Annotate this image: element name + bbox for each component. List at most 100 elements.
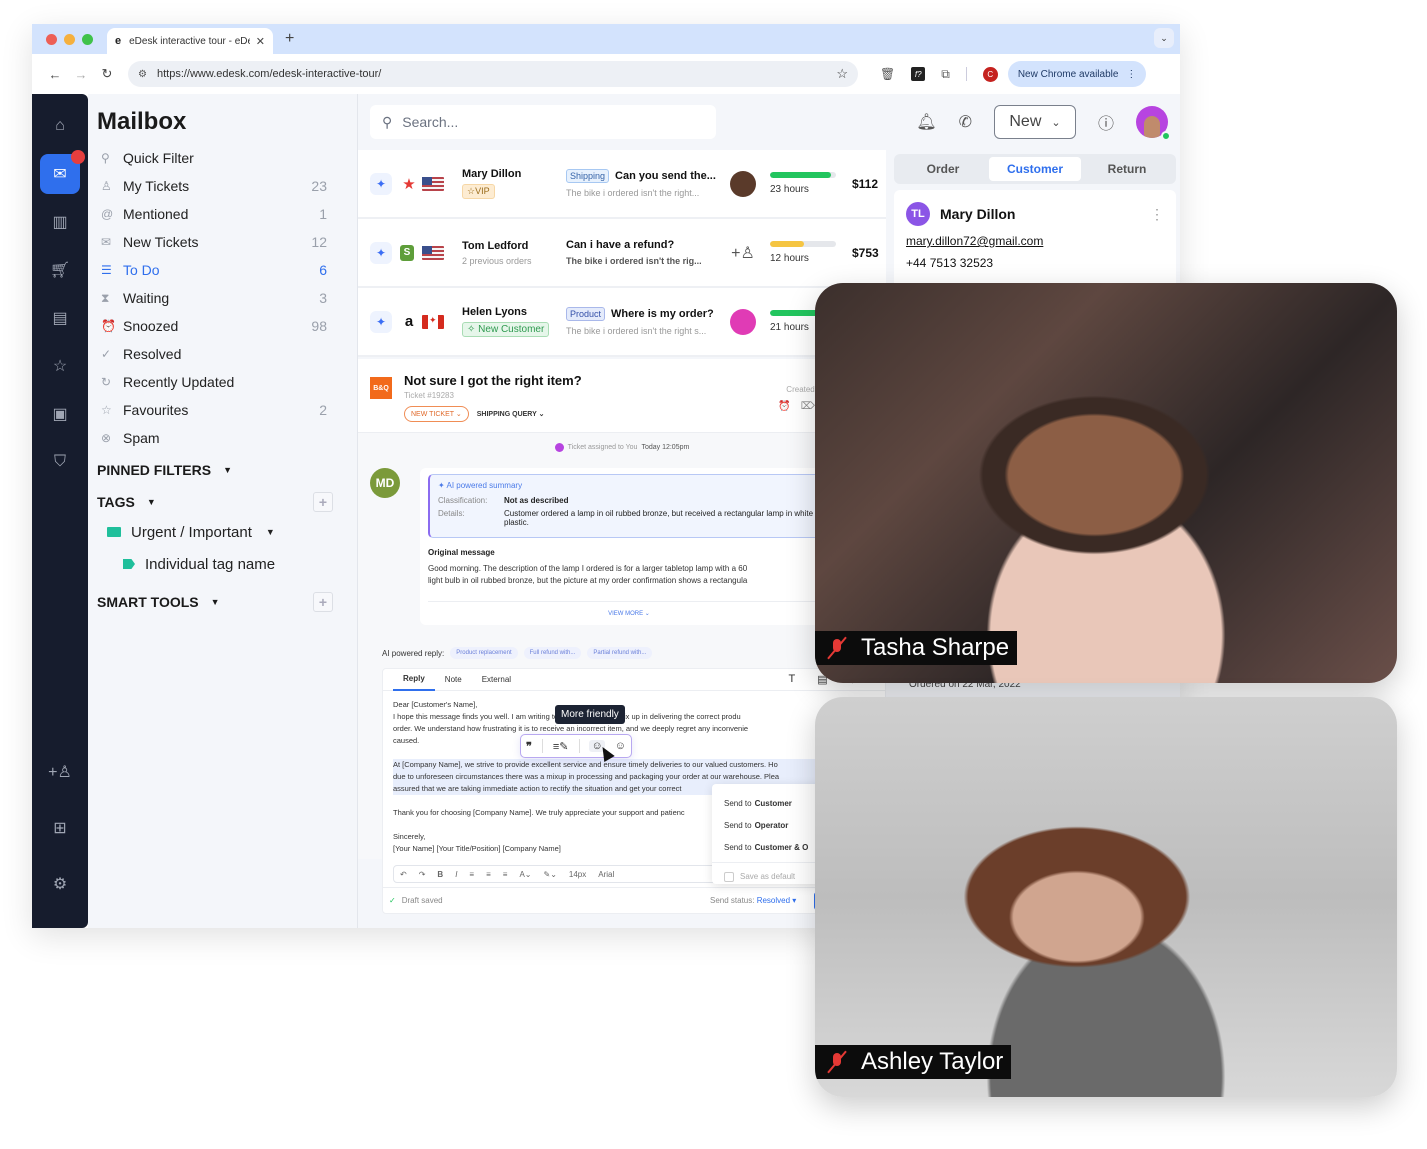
quote-icon[interactable]: ❞	[526, 740, 532, 753]
customer-email[interactable]: mary.dillon72@gmail.com	[906, 234, 1164, 248]
sidebar-item-favourites[interactable]: ☆ Favourites 2	[97, 396, 347, 424]
close-tab-icon[interactable]: ✕	[256, 35, 265, 48]
video-tile-tasha[interactable]: Tasha Sharpe	[815, 283, 1397, 683]
add-smart-tool-button[interactable]: +	[313, 592, 333, 612]
send-to-operator-option[interactable]: Send to Operator	[712, 814, 822, 836]
undo-icon[interactable]: ↶	[400, 870, 407, 879]
reload-icon[interactable]: ↻	[94, 66, 120, 82]
sidebar-item-new-tickets[interactable]: ✉ New Tickets 12	[97, 228, 347, 256]
send-status-dropdown[interactable]: Resolved ▾	[757, 896, 797, 905]
ticket-row[interactable]: ✦ ★ Mary Dillon ☆VIP Shipping Can you send th…	[358, 150, 886, 219]
sidebar-item-to-do[interactable]: ☰ To Do 6	[97, 256, 347, 284]
ticket-row[interactable]: ✦ a Helen Lyons ✧ New Customer Product Where …	[358, 288, 886, 357]
tab-note[interactable]: Note	[435, 669, 472, 691]
chat-icon[interactable]: ▤	[40, 298, 80, 338]
sidebar-item-mentioned[interactable]: @ Mentioned 1	[97, 200, 347, 228]
font-size-select[interactable]: 14px	[569, 870, 586, 879]
video-tile-ashley[interactable]: Ashley Taylor	[815, 697, 1397, 1097]
phone-icon[interactable]: ✆	[959, 112, 972, 132]
search-input[interactable]: ⚲ Search...	[370, 105, 716, 139]
pinned-filters-header[interactable]: PINNED FILTERS ▼	[97, 456, 347, 484]
snooze-icon[interactable]: ⏰	[778, 401, 790, 412]
rewrite-icon[interactable]: ≡✎	[553, 740, 569, 753]
sidebar-item-snoozed[interactable]: ⏰ Snoozed 98	[97, 312, 347, 340]
bold-icon[interactable]: B	[437, 870, 443, 879]
new-button[interactable]: New ⌄	[993, 105, 1076, 139]
smile-icon[interactable]: ☺	[615, 740, 626, 752]
send-to-both-option[interactable]: Send to Customer & O	[712, 836, 822, 858]
new-chrome-button[interactable]: New Chrome available ⋮	[1007, 61, 1147, 87]
trash-extension-icon[interactable]: 🗑	[880, 67, 895, 81]
highlight-icon[interactable]: ✎⌄	[543, 870, 556, 879]
mail-icon[interactable]: ✉	[40, 150, 85, 194]
text-color-icon[interactable]: A⌄	[519, 870, 531, 879]
tab-reply[interactable]: Reply	[393, 669, 435, 691]
user-avatar[interactable]	[1136, 106, 1171, 141]
more-options-icon[interactable]: ⋮	[1150, 206, 1164, 223]
puzzle-extension-icon[interactable]: ⧉	[941, 67, 950, 82]
tab-order[interactable]: Order	[897, 157, 989, 181]
smart-tools-header[interactable]: SMART TOOLS ▼ +	[97, 588, 347, 616]
more-vert-icon[interactable]: ⋮	[1126, 69, 1136, 80]
sidebar-item-spam[interactable]: ⊗ Spam	[97, 424, 347, 452]
tab-return[interactable]: Return	[1081, 157, 1173, 181]
profile-avatar[interactable]: C	[982, 66, 998, 82]
suggestion-chip[interactable]: Partial refund with...	[587, 647, 653, 659]
tab-external[interactable]: External	[472, 669, 521, 691]
tab-customer[interactable]: Customer	[989, 157, 1081, 181]
assign-agent-icon[interactable]: +♙	[730, 243, 756, 263]
add-tag-button[interactable]: +	[313, 492, 333, 512]
sidebar-item-waiting[interactable]: ⧗ Waiting 3	[97, 284, 347, 312]
tab-search-button[interactable]: ⌄	[1154, 28, 1174, 48]
italic-icon[interactable]: I	[455, 870, 457, 879]
back-icon[interactable]: ←	[42, 67, 68, 82]
tag-item[interactable]: Individual tag name	[97, 548, 347, 580]
sidebar-item-recently-updated[interactable]: ↻ Recently Updated	[97, 368, 347, 396]
maximize-window-button[interactable]	[82, 33, 93, 45]
tag-icon[interactable]: ⌦	[801, 401, 815, 412]
contacts-icon[interactable]: ▣	[40, 394, 80, 434]
suggestion-chip[interactable]: Full refund with...	[523, 647, 582, 659]
bell-icon[interactable]: 🔔︎	[916, 112, 936, 132]
knowledge-icon[interactable]: ⛉	[40, 442, 80, 482]
minimize-window-button[interactable]	[64, 33, 75, 45]
sidebar-item-resolved[interactable]: ✓ Resolved	[97, 340, 347, 368]
forward-icon[interactable]: →	[68, 67, 94, 82]
save-default-checkbox[interactable]: Save as default	[712, 862, 822, 890]
sidebar-item-my-tickets[interactable]: ♙ My Tickets 23	[97, 172, 347, 200]
url-field[interactable]: ⚙ https://www.edesk.com/edesk-interactiv…	[128, 61, 858, 87]
send-to-customer-option[interactable]: Send to Customer	[712, 792, 822, 814]
ticket-row[interactable]: ✦ S Tom Ledford 2 previous orders Can i have…	[358, 219, 886, 288]
bookmark-star-icon[interactable]: ☆	[836, 66, 848, 82]
agent-avatar[interactable]	[730, 308, 756, 335]
redo-icon[interactable]: ↷	[419, 870, 426, 879]
sidebar-item-quick-filter[interactable]: ⚲ Quick Filter	[97, 144, 347, 172]
tags-header[interactable]: TAGS ▼ +	[97, 488, 347, 516]
align-left-icon[interactable]: ≡	[469, 870, 474, 879]
new-tab-button[interactable]: +	[285, 30, 294, 48]
agent-avatar[interactable]	[730, 170, 756, 197]
star-icon[interactable]: ☆	[40, 346, 80, 386]
view-more-link[interactable]: VIEW MORE ⌄	[428, 601, 830, 617]
checkbox[interactable]	[724, 871, 734, 882]
home-icon[interactable]: ⌂	[40, 106, 80, 146]
apps-icon[interactable]: ⊞	[40, 808, 80, 848]
reports-icon[interactable]: ▥	[40, 202, 80, 242]
add-user-icon[interactable]: +♙	[40, 752, 80, 792]
suggestion-chip[interactable]: Product replacement	[450, 647, 518, 659]
url-text[interactable]: https://www.edesk.com/edesk-interactive-…	[157, 68, 836, 80]
text-format-icon[interactable]: T	[788, 673, 795, 686]
tag-folder-urgent[interactable]: Urgent / Important ▼	[97, 516, 347, 548]
settings-icon[interactable]: ⚙	[40, 864, 80, 904]
close-window-button[interactable]	[46, 33, 57, 45]
help-icon[interactable]: ⓘ	[1098, 110, 1114, 134]
align-right-icon[interactable]: ≡	[503, 870, 508, 879]
browser-tab[interactable]: e eDesk interactive tour - eDesk ✕	[107, 28, 273, 54]
category-dropdown[interactable]: SHIPPING QUERY ⌄	[477, 410, 545, 418]
cart-icon[interactable]: 🛒︎	[40, 250, 80, 290]
site-settings-icon[interactable]: ⚙	[138, 69, 147, 80]
status-dropdown[interactable]: NEW TICKET ⌄	[404, 406, 469, 422]
fx-extension-icon[interactable]: f?	[911, 67, 926, 81]
font-family-select[interactable]: Arial	[598, 870, 614, 879]
align-center-icon[interactable]: ≡	[486, 870, 491, 879]
